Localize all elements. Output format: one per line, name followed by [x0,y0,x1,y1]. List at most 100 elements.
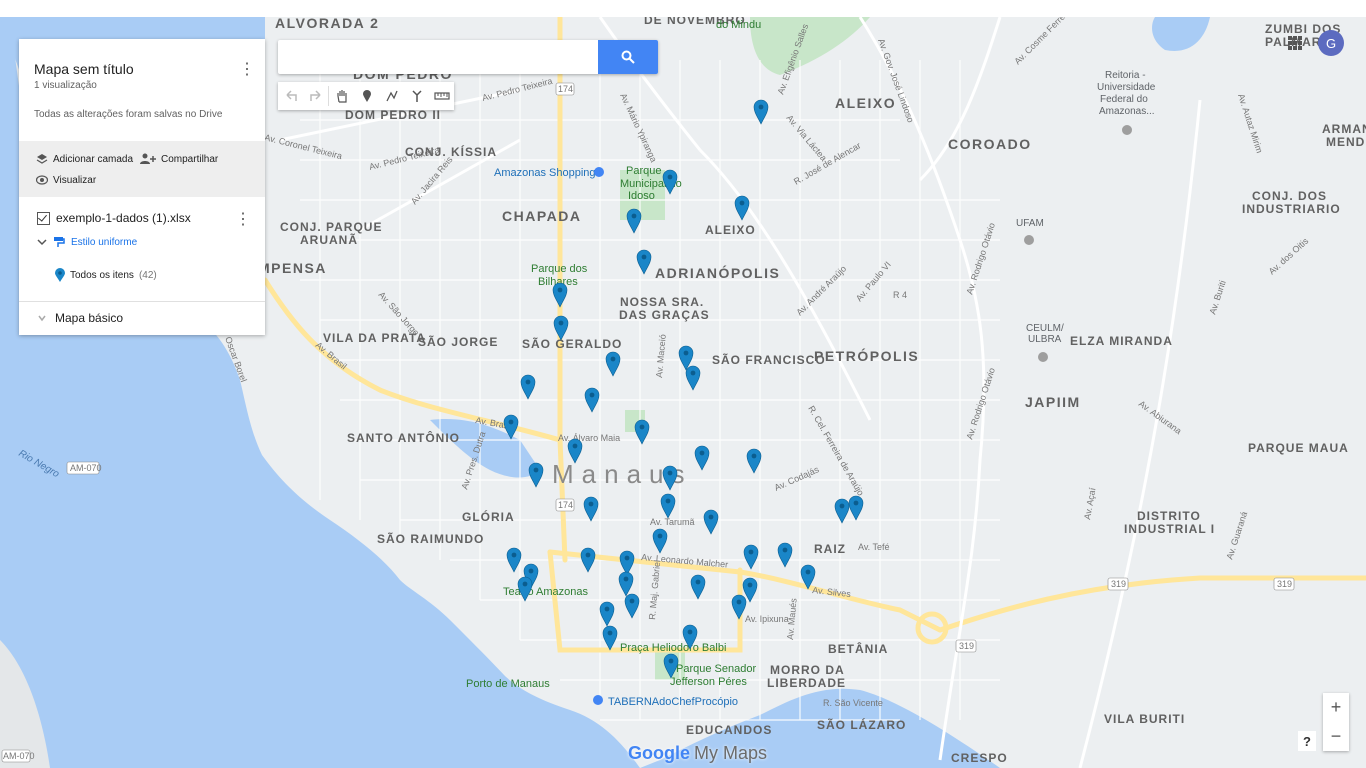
svg-text:319: 319 [1111,579,1126,589]
route-shield-319: 319 [1107,577,1129,591]
label-betania: BETÂNIA [828,641,888,656]
marker-center-dot [758,104,764,110]
preview-label: Visualizar [53,174,97,186]
marker-center-dot [589,392,595,398]
poi-praca[interactable]: Praça Heliodoro Balbi [620,642,726,654]
marker-center-dot [853,500,859,506]
map-title[interactable]: Mapa sem título [34,61,134,77]
search-icon [621,50,635,64]
items-count: (42) [138,269,157,281]
poi-ceulm-2: ULBRA [1028,334,1062,345]
poi-parque-idoso[interactable]: Parque [626,165,661,177]
add-layer-label: Adicionar camada [53,153,134,165]
search-button[interactable] [598,40,658,74]
poi-amazonas-shopping[interactable]: Amazonas Shopping [494,167,596,179]
poi-ceulm[interactable]: CEULM/ [1026,323,1064,334]
layer-style-link[interactable]: Estilo uniforme [37,236,137,248]
label-conj-dos: CONJ. DOS [1252,189,1327,203]
label-morro: MORRO DA [770,663,845,677]
ruler-icon [433,92,450,100]
map-toolbar [278,82,454,110]
poi-parque-bilhares[interactable]: Parque dos [531,263,588,275]
poi-dot [1122,125,1132,135]
search-input[interactable] [278,40,608,74]
share-button[interactable]: Compartilhar [140,153,218,165]
measure-button[interactable] [429,82,454,110]
layer-options-kebab-icon[interactable]: ⋮ [235,209,251,229]
marker-center-dot [683,350,689,356]
route-shield-174: 174 [555,498,575,512]
poi-taberna[interactable]: TABERNAdoChefProcópio [608,696,738,708]
preview-button[interactable]: Visualizar [36,174,96,186]
pan-tool-button[interactable] [329,82,354,110]
label-educandos: EDUCANDOS [686,723,772,737]
share-label: Compartilhar [161,153,219,165]
map-options-kebab-icon[interactable]: ⋮ [239,59,255,79]
route-shield-am070: AM-070 [1,749,35,763]
chevron-down-icon [37,239,47,246]
label-sao-jorge: SÃO JORGE [418,334,498,349]
poi-teatro[interactable]: Teatro Amazonas [503,586,588,598]
street-label: R. São Vicente [823,698,883,708]
poi-porto[interactable]: Porto de Manaus [466,678,550,690]
marker-center-dot [747,582,753,588]
panel-actions: Adicionar camada Compartilhar Visualizar [19,141,265,197]
svg-text:319: 319 [959,641,974,651]
marker-center-dot [528,568,534,574]
style-label: Estilo uniforme [71,236,138,248]
poi-mindu: do Mindu [716,19,761,31]
redo-button[interactable] [303,82,328,110]
zoom-in-button[interactable]: + [1323,693,1349,722]
undo-button[interactable] [278,82,303,110]
label-aruana: ARUANÃ [300,232,358,247]
label-japiim: JAPIIM [1025,394,1081,410]
marker-center-dot [748,549,754,555]
poi-reitoria-4: Amazonas... [1099,106,1155,117]
apps-grid-icon[interactable] [1288,36,1302,50]
label-compensa: MPENSA [258,260,327,276]
items-row[interactable]: Todos os itens (42) [55,268,157,282]
directions-button[interactable] [404,82,429,110]
label-adrianopolis: ADRIANÓPOLIS [655,264,780,281]
undo-icon [285,90,297,101]
layer-visibility-checkbox[interactable] [37,211,50,225]
label-coroado: COROADO [948,136,1032,152]
street-label: Av. Tefé [858,542,890,552]
layer-row[interactable]: exemplo-1-dados (1).xlsx [37,211,259,225]
basemap-row[interactable]: Mapa básico [37,311,123,325]
svg-text:174: 174 [558,84,573,94]
bookmarks-bar [0,0,1366,18]
layer-name[interactable]: exemplo-1-dados (1).xlsx [56,211,191,225]
marker-center-dot [687,629,693,635]
marker-center-dot [667,174,673,180]
poi-parque-senador[interactable]: Parque Senador [676,663,756,675]
google-logo-text: Google [628,743,690,763]
label-sao-raimundo: SÃO RAIMUNDO [377,531,484,546]
marker-center-dot [782,547,788,553]
label-crespo: CRESPO [951,751,1008,765]
draw-line-button[interactable] [379,82,404,110]
help-button[interactable]: ? [1298,731,1316,751]
marker-center-dot [665,498,671,504]
add-marker-button[interactable] [354,82,379,110]
poi-reitoria[interactable]: Reitoria - [1105,70,1146,81]
marker-center-dot [525,379,531,385]
street-label: R 4 [893,290,907,300]
marker-center-dot [695,579,701,585]
label-industrial: INDUSTRIAL I [1124,522,1215,536]
route-shield-319: 319 [955,639,977,653]
marker-center-dot [751,453,757,459]
draw-line-icon [385,90,398,102]
label-petropolis: PETRÓPOLIS [814,347,919,364]
paint-roller-icon [54,237,65,247]
label-santo-antonio: SANTO ANTÔNIO [347,430,460,445]
marker-center-dot [736,599,742,605]
zoom-out-button[interactable]: − [1323,722,1349,751]
poi-ufam[interactable]: UFAM [1016,218,1044,229]
avatar[interactable]: G [1318,30,1344,56]
label-parque-maua: PARQUE MAUA [1248,441,1349,455]
add-layer-button[interactable]: Adicionar camada [36,153,133,165]
chevron-down-icon [38,315,46,322]
hand-icon [336,90,347,103]
svg-text:AM-070: AM-070 [3,751,35,761]
